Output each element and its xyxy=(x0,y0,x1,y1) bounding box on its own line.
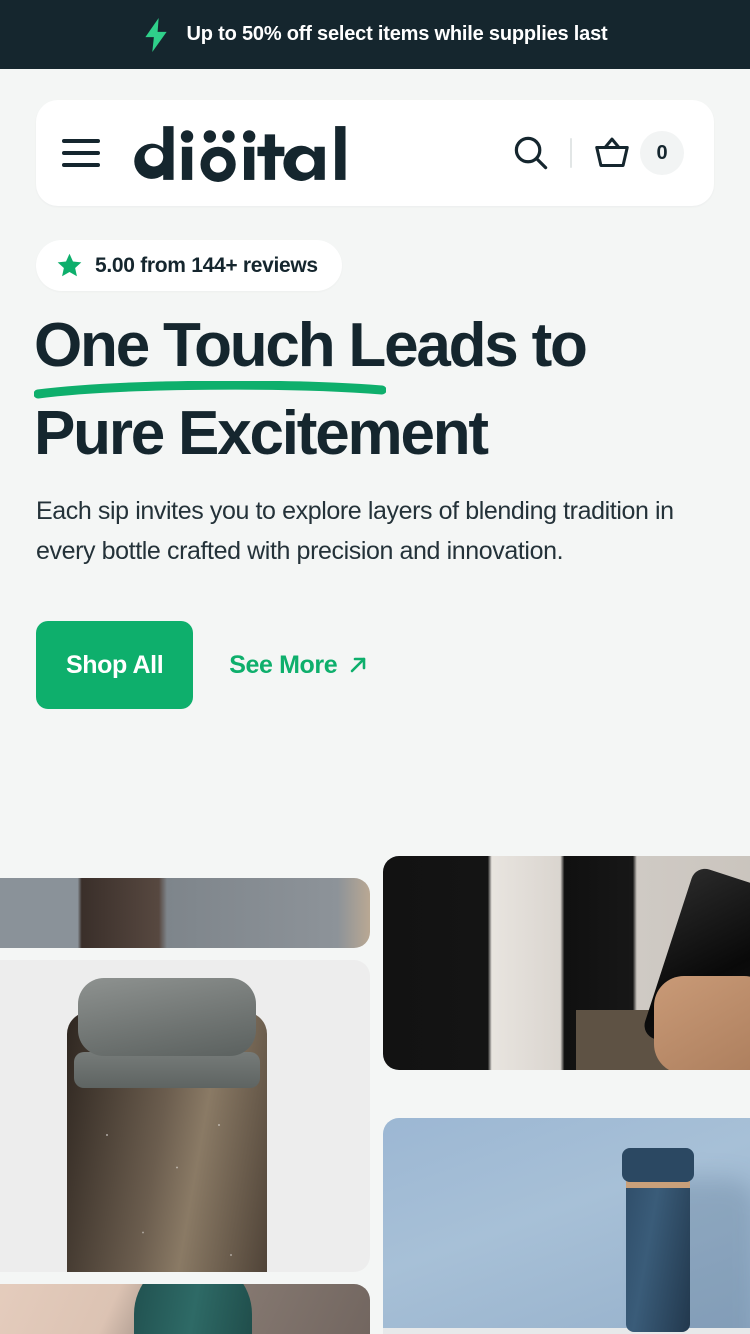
person-holding-bottle-photo[interactable] xyxy=(383,856,750,1070)
headline-line-2: Pure Excitement xyxy=(34,399,489,468)
cart-count-badge: 0 xyxy=(640,131,684,175)
rating-text: 5.00 from 144+ reviews xyxy=(95,253,318,277)
rating-badge: 5.00 from 144+ reviews xyxy=(36,240,342,291)
page-title: One Touch Leads to Pure Excitement xyxy=(34,315,724,465)
announcement-text: Up to 50% off select items while supplie… xyxy=(186,23,608,45)
bottle-speckle-texture xyxy=(67,1080,267,1272)
floor-surface-shape xyxy=(383,1328,750,1334)
green-underline-swoosh-icon xyxy=(34,381,386,399)
capsule-bottle-photo[interactable] xyxy=(0,960,370,1272)
person-holding-bottle-image xyxy=(383,856,750,1070)
see-more-link[interactable]: See More xyxy=(229,651,369,680)
search-button[interactable] xyxy=(512,134,550,172)
star-icon xyxy=(57,253,82,277)
header-right-group: 0 xyxy=(512,131,684,175)
shelf-backdrop-photo[interactable] xyxy=(0,878,370,948)
header-divider xyxy=(570,138,572,168)
shop-all-button[interactable]: Shop All xyxy=(36,621,194,709)
lightning-bolt-icon xyxy=(144,17,167,52)
navy-bottle-cap-shape xyxy=(622,1148,694,1182)
product-gallery xyxy=(0,856,750,1334)
capsule-bottle-image xyxy=(0,960,370,1272)
site-logo[interactable] xyxy=(128,124,368,182)
page-root: Up to 50% off select items while supplie… xyxy=(0,0,750,1334)
arrow-up-right-icon xyxy=(350,657,366,673)
site-header: 0 xyxy=(36,100,714,206)
see-more-label: See More xyxy=(229,650,338,679)
blue-bottle-image xyxy=(383,1118,750,1334)
bottle-lid-shape xyxy=(78,978,256,1056)
person-hand-shape xyxy=(654,976,750,1070)
sand-bottle-image xyxy=(0,1284,370,1334)
bottle-collar-shape xyxy=(74,1052,260,1088)
hero-cta-row: Shop All See More xyxy=(36,621,750,709)
headline-line-1: One Touch Leads to xyxy=(34,311,588,380)
hero-description: Each sip invites you to explore layers o… xyxy=(36,497,674,565)
sand-bottle-photo[interactable] xyxy=(0,1284,370,1334)
announcement-bar: Up to 50% off select items while supplie… xyxy=(0,0,750,69)
search-icon xyxy=(514,136,548,170)
cart-group[interactable]: 0 xyxy=(592,131,684,175)
navy-bottle-copper-band-shape xyxy=(626,1181,690,1188)
shopping-basket-icon xyxy=(595,137,629,167)
hamburger-menu-icon[interactable] xyxy=(62,138,100,168)
hero-section: 5.00 from 144+ reviews One Touch Leads t… xyxy=(0,240,750,709)
header-left-group xyxy=(62,124,368,182)
blue-bottle-photo[interactable] xyxy=(383,1118,750,1334)
cart-button[interactable] xyxy=(592,135,632,171)
shelf-backdrop-image xyxy=(0,878,370,948)
teal-bottle-body-shape xyxy=(134,1284,252,1334)
